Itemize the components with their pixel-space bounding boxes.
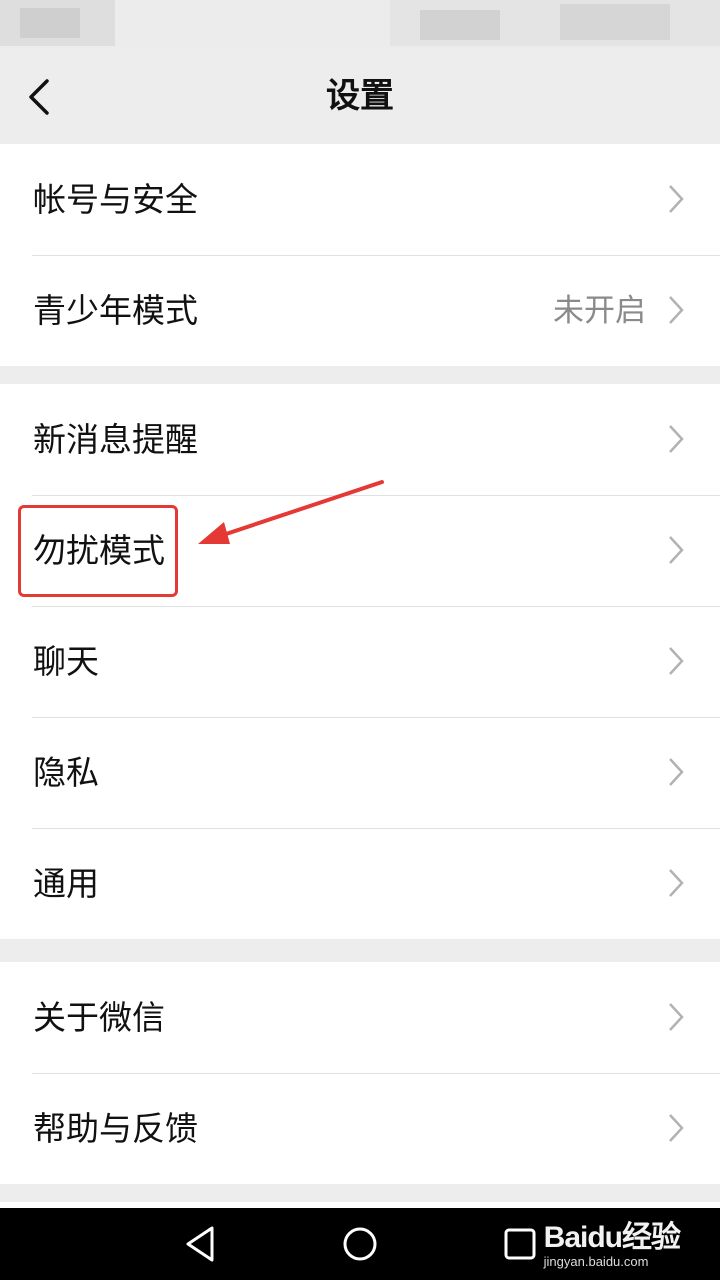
status-bar (0, 0, 720, 48)
watermark: Baidu经验 jingyan.baidu.com (543, 1212, 681, 1269)
watermark-url: jingyan.baidu.com (543, 1254, 649, 1269)
chevron-right-icon (669, 1003, 684, 1031)
settings-item-chat[interactable]: 聊天 (0, 606, 720, 717)
chevron-right-icon (669, 536, 684, 564)
annotation-arrow-icon (198, 480, 384, 544)
settings-item-account-security[interactable]: 帐号与安全 (0, 144, 720, 255)
chevron-right-icon (669, 185, 684, 213)
back-triangle-icon[interactable] (182, 1224, 222, 1264)
settings-item-label: 青少年模式 (33, 290, 198, 330)
settings-item-about-wechat[interactable]: 关于微信 (0, 962, 720, 1073)
settings-item-general[interactable]: 通用 (0, 828, 720, 939)
watermark-logo: Baidu经验 (543, 1221, 681, 1254)
settings-group-about: 关于微信 帮助与反馈 (0, 962, 720, 1184)
chevron-right-icon (669, 758, 684, 786)
settings-item-label: 新消息提醒 (33, 419, 198, 459)
settings-item-label: 关于微信 (33, 997, 165, 1037)
chevron-right-icon (669, 1114, 684, 1142)
settings-item-label: 帐号与安全 (33, 179, 198, 219)
nav-bar: 设置 (0, 48, 720, 144)
page-title: 设置 (326, 76, 394, 116)
settings-item-label: 聊天 (33, 641, 99, 681)
chevron-right-icon (669, 869, 684, 897)
chevron-right-icon (669, 647, 684, 675)
settings-item-value: 未开启 (553, 292, 646, 329)
settings-item-label: 通用 (33, 863, 99, 903)
settings-item-teen-mode[interactable]: 青少年模式 未开启 (0, 255, 720, 366)
settings-item-privacy[interactable]: 隐私 (0, 717, 720, 828)
chevron-right-icon (669, 296, 684, 324)
home-circle-icon[interactable] (340, 1224, 380, 1264)
settings-group-account: 帐号与安全 青少年模式 未开启 (0, 144, 720, 366)
recents-square-icon[interactable] (500, 1224, 540, 1264)
settings-group-general: 新消息提醒 勿扰模式 聊天 隐私 通用 (0, 384, 720, 939)
settings-item-label: 帮助与反馈 (33, 1108, 198, 1148)
annotation-highlight-box (18, 505, 178, 597)
chevron-right-icon (669, 425, 684, 453)
settings-item-label: 隐私 (33, 752, 99, 792)
settings-item-help-feedback[interactable]: 帮助与反馈 (0, 1073, 720, 1184)
